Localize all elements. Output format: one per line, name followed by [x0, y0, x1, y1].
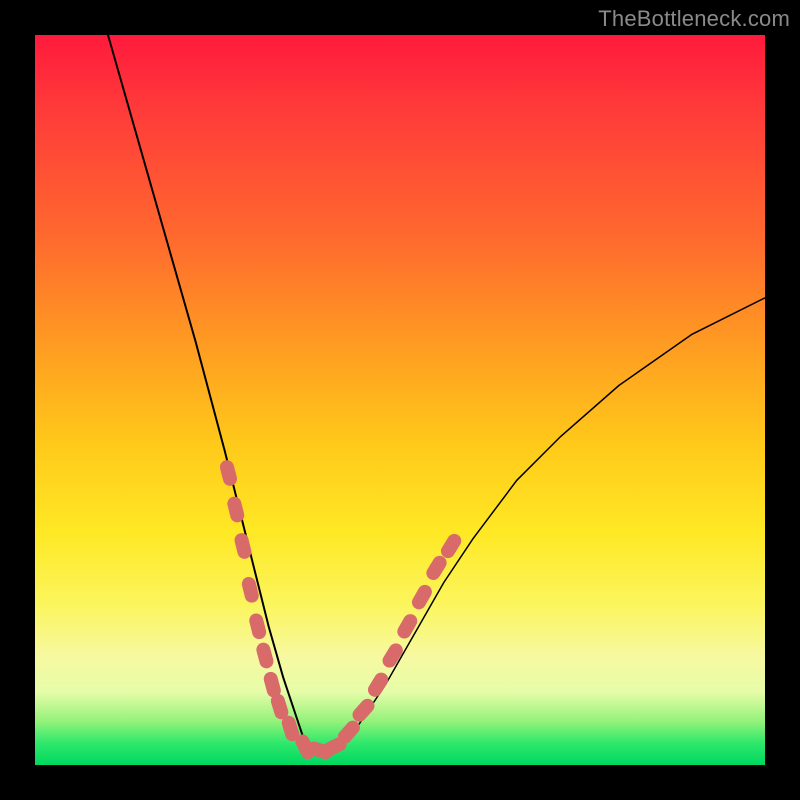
chart-frame — [35, 35, 765, 765]
curve-marker — [218, 459, 238, 488]
curve-marker — [226, 495, 246, 524]
curve-marker — [365, 670, 391, 699]
curve-marker — [233, 532, 253, 561]
curve-marker — [350, 696, 378, 725]
curve-marker — [409, 582, 434, 612]
curve-markers — [218, 459, 463, 762]
watermark-text: TheBottleneck.com — [598, 6, 790, 32]
curve-marker — [248, 612, 268, 641]
curve-left — [108, 35, 312, 750]
curve-marker — [255, 641, 275, 670]
curve-marker — [395, 612, 420, 642]
curve-svg — [35, 35, 765, 765]
